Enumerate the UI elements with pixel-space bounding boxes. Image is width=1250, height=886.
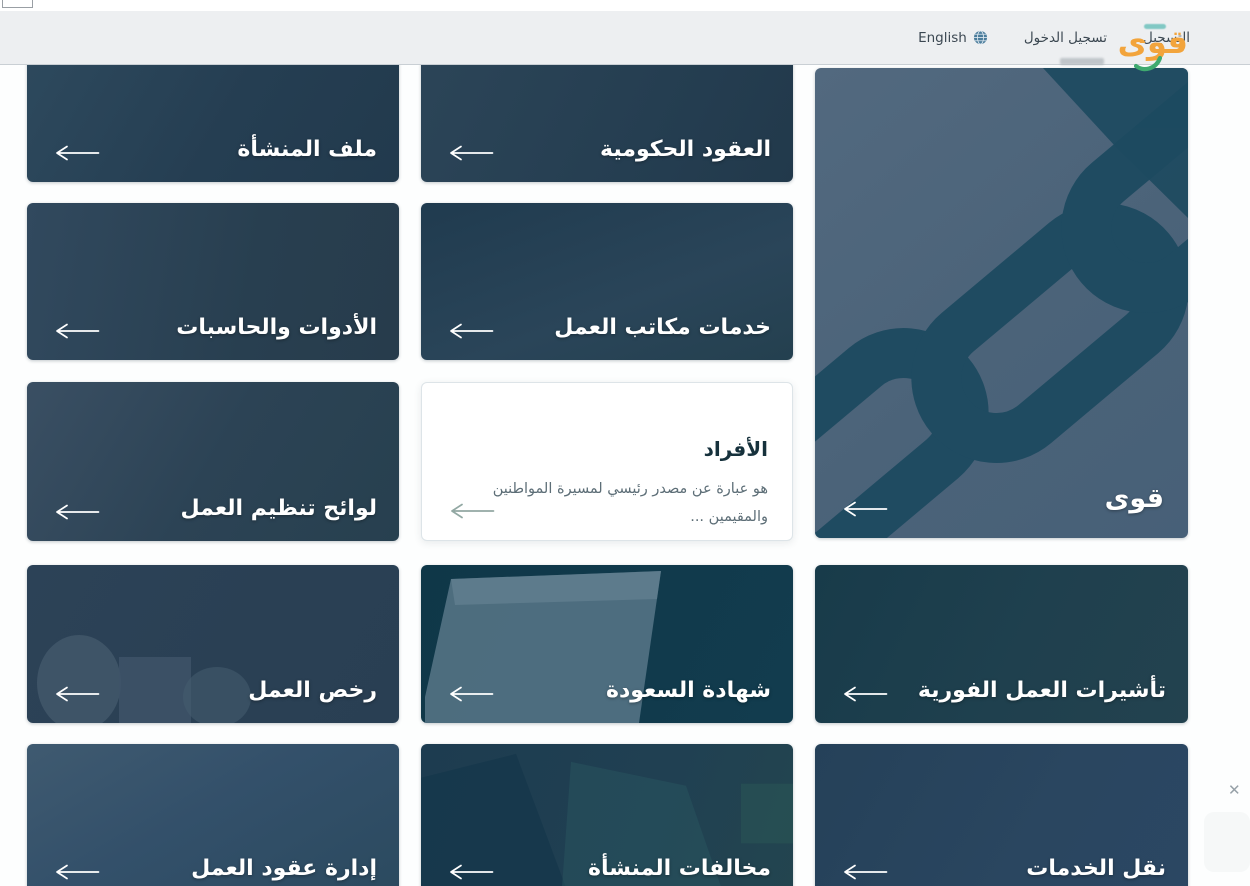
arrow-left-icon (53, 863, 100, 881)
arrow-left-icon (447, 685, 494, 703)
app-header: التسجيل تسجيل الدخول English قوى (0, 11, 1250, 65)
qiwa-landing-page: التسجيل تسجيل الدخول English قوى (0, 0, 1250, 886)
arrow-left-icon (841, 863, 888, 881)
logo-text: قوى (1118, 26, 1188, 58)
globe-icon (973, 30, 988, 45)
service-card-work-regulations[interactable]: لوائح تنظيم العمل (27, 382, 399, 541)
card-title: العقود الحكومية (600, 137, 771, 162)
arrow-left-icon (447, 863, 494, 881)
service-card-work-licenses[interactable]: رخص العمل (27, 565, 399, 723)
card-title: تأشيرات العمل الفورية (918, 678, 1166, 703)
card-title: الأدوات والحاسبات (176, 315, 377, 340)
card-title: إدارة عقود العمل (191, 856, 377, 881)
arrow-left-icon (53, 685, 100, 703)
floating-widget (1204, 812, 1250, 872)
service-card-individuals[interactable]: الأفراد هو عبارة عن مصدر رئيسي لمسيرة الم… (421, 382, 793, 541)
language-toggle[interactable]: English (918, 30, 988, 46)
arrow-left-icon (53, 144, 100, 162)
card-title: خدمات مكاتب العمل (554, 315, 771, 340)
services-grid: قوى العقود الحكومية ملف المنشأة خدمات مك… (0, 0, 1250, 886)
arrow-left-icon (841, 500, 888, 518)
card-title: نقل الخدمات (1026, 856, 1166, 881)
top-strip (0, 0, 1250, 11)
service-card-saudization-certificate[interactable]: شهادة السعودة (421, 565, 793, 723)
language-label: English (918, 30, 967, 46)
card-title: الأفراد (704, 437, 768, 461)
close-icon[interactable]: ✕ (1228, 781, 1241, 799)
service-card-instant-work-visas[interactable]: تأشيرات العمل الفورية (815, 565, 1188, 723)
card-title: رخص العمل (248, 678, 377, 703)
card-title: لوائح تنظيم العمل (180, 496, 377, 521)
service-card-tools-and-calculators[interactable]: الأدوات والحاسبات (27, 203, 399, 360)
arrow-left-icon (448, 502, 495, 520)
service-card-labor-office-services[interactable]: خدمات مكاتب العمل (421, 203, 793, 360)
arrow-left-icon (53, 322, 100, 340)
card-title: مخالفات المنشأة (588, 856, 771, 881)
arrow-left-icon (53, 503, 100, 521)
card-title: شهادة السعودة (606, 678, 771, 703)
service-card-establishment-violations[interactable]: مخالفات المنشأة (421, 744, 793, 886)
qiwa-logo[interactable]: قوى (1106, 24, 1192, 72)
service-card-work-contracts-management[interactable]: إدارة عقود العمل (27, 744, 399, 886)
login-link[interactable]: تسجيل الدخول (1024, 30, 1107, 46)
logo-green-swoosh-icon (1134, 56, 1162, 72)
arrow-left-icon (447, 322, 494, 340)
logo-subtitle (1060, 58, 1104, 65)
service-card-services-transfer[interactable]: نقل الخدمات (815, 744, 1188, 886)
card-description: هو عبارة عن مصدر رئيسي لمسيرة المواطنين … (448, 475, 768, 532)
arrow-left-icon (841, 685, 888, 703)
arrow-left-icon (447, 144, 494, 162)
service-card-qiwa[interactable]: قوى (815, 68, 1188, 538)
card-title: قوى (1105, 483, 1164, 514)
card-title: ملف المنشأة (237, 137, 377, 162)
chain-link-image (815, 68, 1188, 538)
browser-tab-artifact (2, 0, 33, 8)
